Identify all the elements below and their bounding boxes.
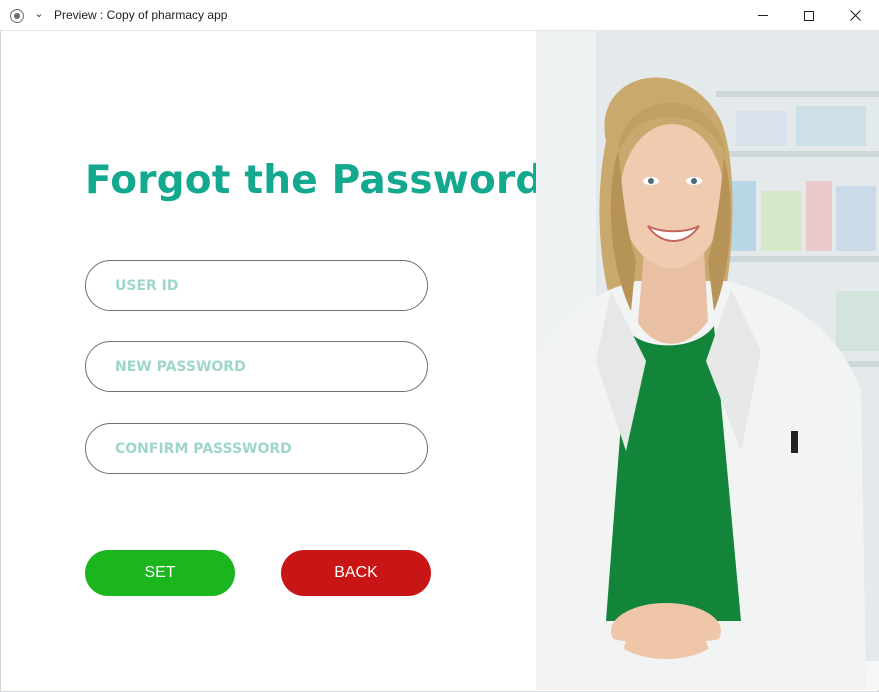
set-button[interactable]: SET	[85, 550, 235, 596]
back-button[interactable]: BACK	[281, 550, 431, 596]
app-icon[interactable]	[10, 9, 24, 23]
maximize-icon	[804, 10, 814, 21]
maximize-button[interactable]	[786, 0, 832, 31]
pharmacist-illustration	[536, 31, 879, 690]
new-password-input[interactable]	[85, 341, 428, 392]
confirm-password-input[interactable]	[85, 423, 428, 474]
minimize-button[interactable]	[740, 0, 786, 31]
title-bar: ⌄ Preview : Copy of pharmacy app	[0, 0, 879, 31]
chevron-down-icon[interactable]: ⌄	[33, 7, 45, 21]
close-icon	[849, 10, 861, 21]
pharmacist-photo	[536, 31, 879, 690]
user-id-input[interactable]	[85, 260, 428, 311]
window-title: Preview : Copy of pharmacy app	[54, 8, 228, 22]
page-title: Forgot the Password	[85, 158, 544, 203]
minimize-icon	[758, 15, 768, 16]
close-button[interactable]	[832, 0, 878, 31]
